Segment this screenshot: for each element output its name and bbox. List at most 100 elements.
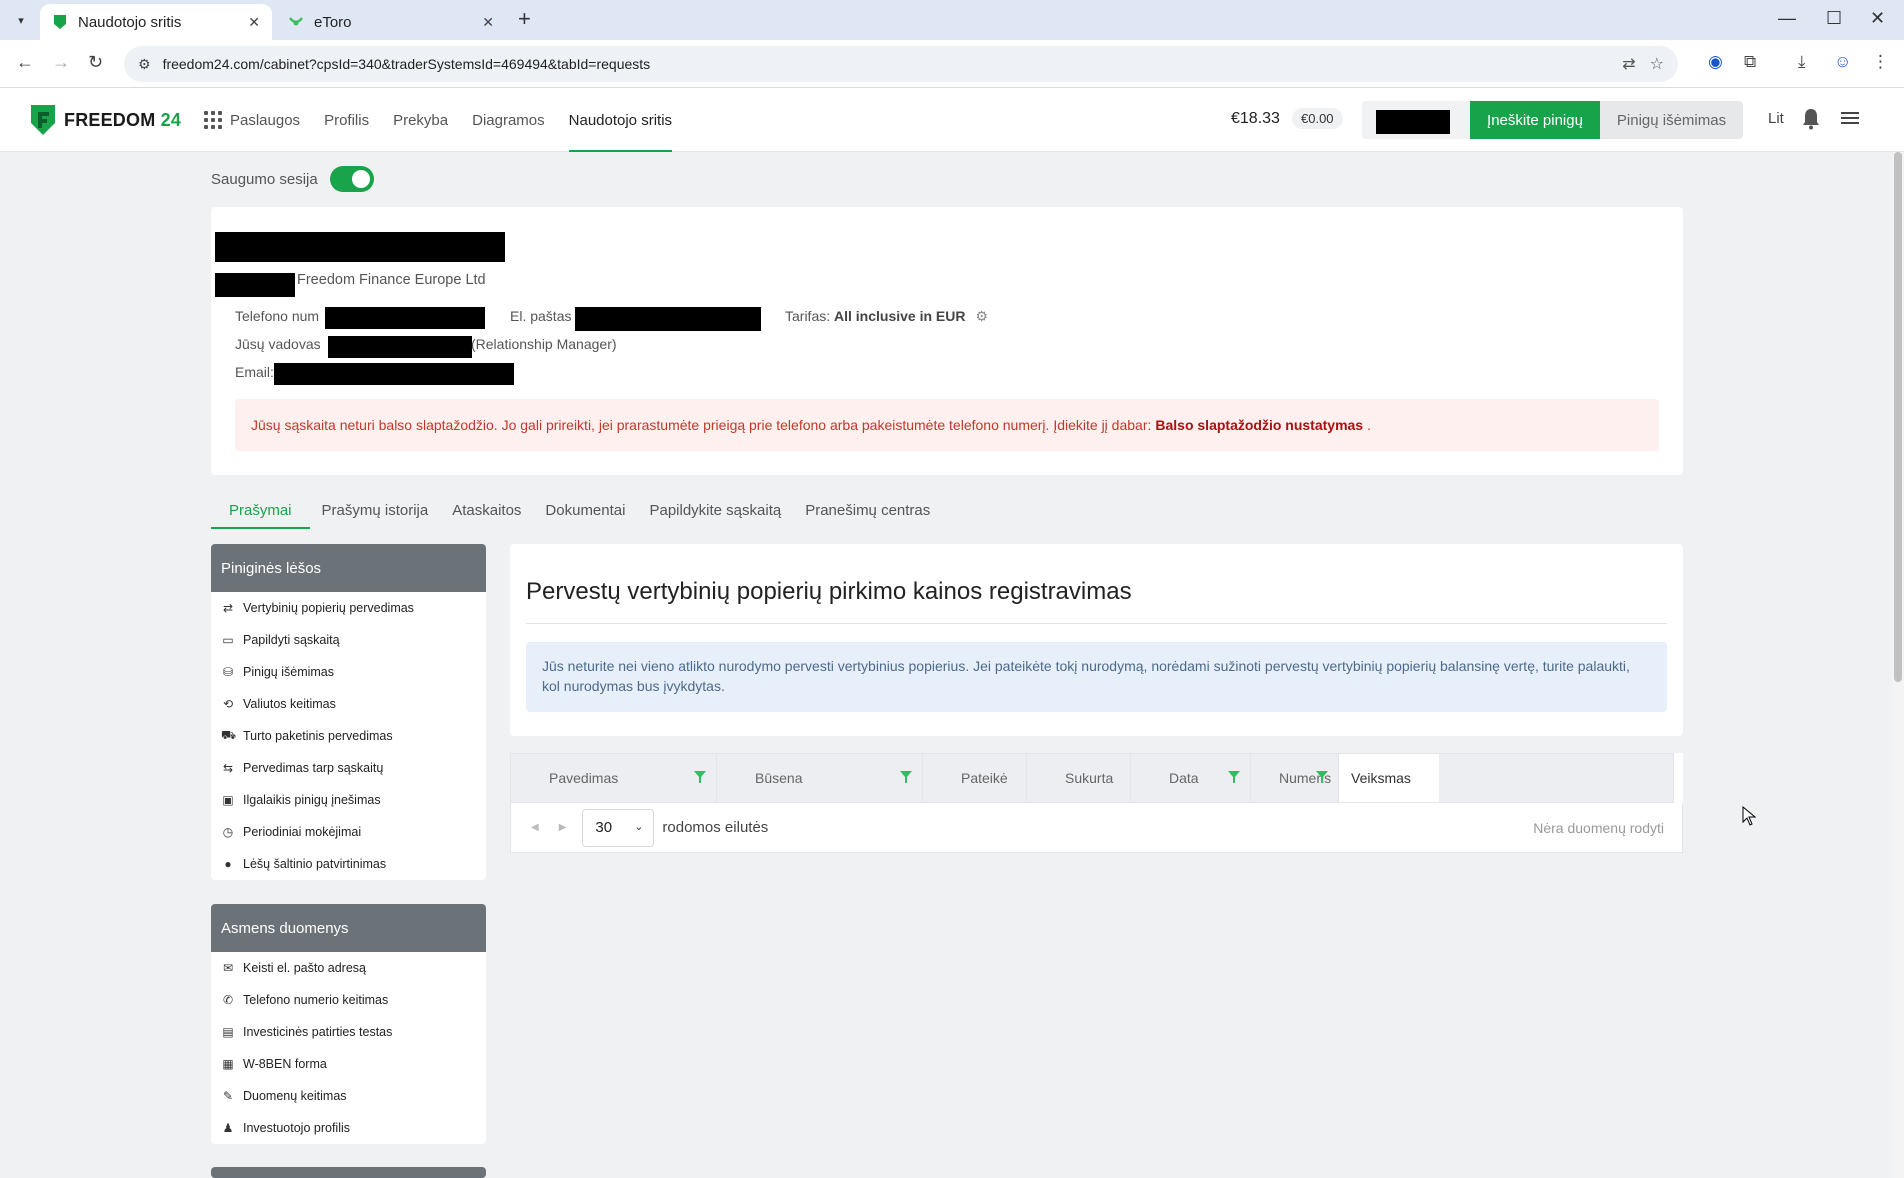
tab-top-up[interactable]: Papildykite sąskaitą (637, 492, 793, 528)
company-name: Freedom Finance Europe Ltd (297, 272, 486, 288)
url-text: freedom24.com/cabinet?cpsId=340&traderSy… (162, 56, 651, 72)
withdraw-button[interactable]: Pinigų išėmimas (1600, 101, 1743, 139)
next-page-icon[interactable]: ▶ (559, 822, 567, 833)
sidebar-item-icon: ⛁ (222, 665, 234, 679)
sidebar-item[interactable]: ⛟ Turto paketinis pervedimas (211, 720, 486, 752)
column-header[interactable]: Būsena (717, 754, 923, 802)
column-header[interactable]: Numeris (1251, 754, 1339, 802)
tab-request-history[interactable]: Prašymų istorija (310, 492, 441, 528)
gear-icon[interactable]: ⚙ (975, 308, 988, 325)
close-window-icon[interactable]: ✕ (1870, 8, 1885, 29)
profile-card: Freedom Finance Europe Ltd Telefono num … (211, 207, 1683, 475)
translate-icon[interactable]: ⇄ (1622, 54, 1635, 74)
sidebar-personal-title: Asmens duomenys (211, 904, 486, 952)
voice-password-alert: Jūsų sąskaita neturi balso slaptažodžio.… (235, 399, 1659, 451)
column-header[interactable]: Data (1131, 754, 1251, 802)
sidebar-item-label: Pinigų išėmimas (243, 665, 335, 679)
sidebar-item[interactable]: ⛁ Pinigų išėmimas (211, 656, 486, 688)
tab-requests[interactable]: Prašymai (211, 492, 310, 529)
address-bar[interactable]: ⚙ freedom24.com/cabinet?cpsId=340&trader… (124, 46, 1678, 82)
prev-page-icon[interactable]: ◀ (531, 822, 539, 833)
page-title: Pervestų vertybinių popierių pirkimo kai… (526, 578, 1132, 605)
password-manager-icon[interactable]: ◉ (1708, 52, 1723, 72)
sidebar-personal: Asmens duomenys ✉ Keisti el. pašto adresą… (211, 904, 486, 1144)
hamburger-menu-icon[interactable] (1841, 110, 1859, 126)
reload-icon[interactable]: ↻ (88, 52, 103, 73)
sidebar-item[interactable]: ▭ Papildyti sąskaitą (211, 624, 486, 656)
close-tab-icon[interactable]: ✕ (482, 14, 494, 31)
sidebar-item[interactable]: ⟲ Valiutos keitimas (211, 688, 486, 720)
voice-password-setup-link[interactable]: Balso slaptažodžio nustatymas (1155, 417, 1363, 433)
nav-trading[interactable]: Prekyba (393, 88, 448, 152)
tab-search-button[interactable]: ▾ (10, 9, 32, 31)
new-tab-button[interactable]: + (518, 8, 531, 30)
security-session-toggle[interactable] (330, 166, 374, 192)
security-session-label: Saugumo sesija (211, 171, 318, 188)
back-icon[interactable]: ← (16, 52, 34, 73)
page-size-select[interactable]: 30 ⌄ (582, 808, 655, 847)
sidebar-item[interactable]: ● Lėšų šaltinio patvirtinimas (211, 848, 486, 880)
nav-services[interactable]: Paslaugos (204, 88, 300, 152)
nav-profile[interactable]: Profilis (324, 88, 369, 152)
column-header[interactable]: Veiksmas (1339, 754, 1439, 802)
filter-icon[interactable] (1228, 771, 1240, 783)
sidebar-item-label: Duomenų keitimas (243, 1089, 347, 1103)
profile-icon[interactable]: ☺ (1834, 52, 1851, 72)
tab-reports[interactable]: Ataskaitos (440, 492, 533, 528)
browser-tab-active[interactable]: Naudotojo sritis ✕ (40, 4, 272, 40)
page-scrollbar[interactable] (1892, 152, 1904, 1178)
filter-icon[interactable] (694, 771, 706, 783)
download-icon[interactable]: ⤓ (1798, 52, 1806, 72)
manager-label: Jūsų vadovas (235, 336, 321, 352)
nav-user-area[interactable]: Naudotojo sritis (568, 88, 673, 152)
nav-charts[interactable]: Diagramos (472, 88, 545, 152)
sidebar-item[interactable]: ▤ Investicinės patirties testas (211, 1016, 486, 1048)
sidebar-item[interactable]: ⇆ Pervedimas tarp sąskaitų (211, 752, 486, 784)
column-header-label: Pavedimas (549, 770, 619, 786)
tab-documents[interactable]: Dokumentai (533, 492, 637, 528)
scrollbar-thumb[interactable] (1894, 152, 1902, 682)
column-header[interactable]: Pavedimas (511, 754, 717, 802)
redacted-block (215, 273, 295, 297)
tariff-label: Tarifas: (785, 308, 831, 324)
sidebar-item-label: Papildyti sąskaitą (243, 633, 340, 647)
sidebar-item[interactable]: ♟ Investuotojo profilis (211, 1112, 486, 1144)
column-header[interactable]: Sukurta (1027, 754, 1131, 802)
column-header-label: Būsena (755, 770, 803, 786)
site-settings-icon[interactable]: ⚙ (138, 56, 151, 73)
filter-icon[interactable] (1316, 771, 1328, 783)
browser-tab-etoro[interactable]: eToro ✕ (276, 4, 506, 40)
account-selector[interactable] (1362, 101, 1470, 139)
notifications-bell-icon[interactable] (1802, 108, 1820, 130)
bookmark-star-icon[interactable]: ☆ (1650, 54, 1664, 74)
deposit-button[interactable]: Įneškite pinigų (1470, 101, 1600, 139)
sidebar-item[interactable]: ◷ Periodiniai mokėjimai (211, 816, 486, 848)
browser-tab-bar: ▾ Naudotojo sritis ✕ eToro ✕ + — ☐ ✕ (0, 0, 1904, 40)
sidebar-item-icon: ▣ (222, 793, 234, 807)
sidebar-item[interactable]: ▦ W-8BEN forma (211, 1048, 486, 1080)
requests-table: Pavedimas Būsena Pateikė Sukurta Data Numeris… (510, 753, 1683, 853)
forward-icon[interactable]: → (52, 52, 70, 73)
manager-email-label: Email: (235, 364, 274, 380)
sidebar-item[interactable]: ✉ Keisti el. pašto adresą (211, 952, 486, 984)
sidebar-item[interactable]: ✆ Telefono numerio keitimas (211, 984, 486, 1016)
sidebar-item[interactable]: ✎ Duomenų keitimas (211, 1080, 486, 1112)
close-tab-icon[interactable]: ✕ (248, 14, 260, 31)
sidebar-item-icon: ⇆ (222, 761, 234, 775)
maximize-icon[interactable]: ☐ (1826, 8, 1842, 29)
browser-menu-icon[interactable]: ⋮ (1872, 52, 1889, 72)
minimize-icon[interactable]: — (1778, 8, 1796, 29)
language-selector[interactable]: Lit (1768, 110, 1784, 127)
tab-notification-center[interactable]: Pranešimų centras (793, 492, 942, 528)
filter-icon[interactable] (900, 771, 912, 783)
column-header[interactable]: Pateikė (923, 754, 1027, 802)
sidebar-item-label: Telefono numerio keitimas (243, 993, 389, 1007)
tab-title: eToro (314, 13, 352, 31)
freedom24-logo[interactable]: FREEDOM 24 (30, 104, 181, 136)
sidebar-item[interactable]: ▣ Ilgalaikis pinigų įnešimas (211, 784, 486, 816)
sidebar-item-label: Vertybinių popierių pervedimas (243, 601, 414, 615)
sidebar-item-label: Pervedimas tarp sąskaitų (243, 761, 384, 775)
extensions-icon[interactable]: ⧉ (1744, 52, 1756, 72)
sidebar-item[interactable]: ⇄ Vertybinių popierių pervedimas (211, 592, 486, 624)
sidebar-item-icon: ▦ (222, 1057, 234, 1071)
